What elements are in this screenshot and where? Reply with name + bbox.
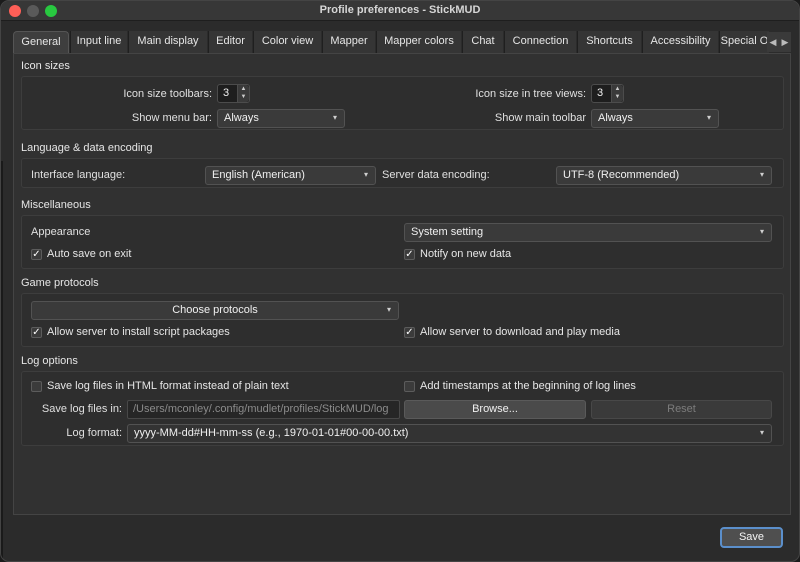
language-heading: Language & data encoding [21,142,153,154]
interface-language-select[interactable]: English (American) ▾ [205,166,376,185]
choose-protocols-button[interactable]: Choose protocols ▾ [31,301,399,320]
general-tab-panel: Icon sizes Icon size toolbars: 3 ▲ ▼ Icon… [13,53,791,515]
log-format-select[interactable]: yyyy-MM-dd#HH-mm-ss (e.g., 1970-01-01#00… [127,424,772,443]
chevron-down-icon: ▾ [759,227,764,236]
log-format-value: yyyy-MM-dd#HH-mm-ss (e.g., 1970-01-01#00… [134,427,409,439]
chevron-down-icon: ▾ [363,170,368,179]
preferences-window: Profile preferences - StickMUD General I… [0,0,800,562]
tab-scroll-right-icon[interactable]: ▶ [779,32,791,52]
auto-save-label: Auto save on exit [47,248,132,260]
icon-size-toolbars-value: 3 [223,87,230,99]
server-encoding-select[interactable]: UTF-8 (Recommended) ▾ [556,166,772,185]
show-main-toolbar-label: Show main toolbar [494,112,586,124]
browse-button[interactable]: Browse... [404,400,586,419]
chevron-down-icon: ▾ [706,113,711,122]
tab-color-view[interactable]: Color view [253,31,321,53]
tab-editor[interactable]: Editor [208,31,252,53]
icon-size-toolbars-spinbox[interactable]: 3 ▲ ▼ [217,84,250,103]
icon-size-toolbars-label: Icon size toolbars: [123,88,212,100]
chevron-down-icon: ▾ [332,113,337,122]
icon-size-tree-spinbox[interactable]: 3 ▲ ▼ [591,84,624,103]
log-path-label: Save log files in: [41,403,122,415]
window-title: Profile preferences - StickMUD [319,4,481,16]
tab-main-display[interactable]: Main display [128,31,207,53]
protocols-heading: Game protocols [21,277,99,289]
spin-arrows-icon[interactable]: ▲ ▼ [611,85,623,102]
html-log-checkbox[interactable]: Save log files in HTML format instead of… [31,380,361,396]
show-main-toolbar-select[interactable]: Always ▾ [591,109,719,128]
checkbox-box[interactable] [404,381,415,392]
appearance-label: Appearance [31,226,91,238]
checkbox-box[interactable] [31,381,42,392]
reset-button[interactable]: Reset [591,400,772,419]
download-media-label: Allow server to download and play media [420,326,620,338]
tab-accessibility[interactable]: Accessibility [642,31,718,53]
title-bar: Profile preferences - StickMUD [1,1,799,21]
choose-protocols-label: Choose protocols [172,304,258,316]
check-icon[interactable]: ✓ [31,249,42,260]
save-button[interactable]: Save [720,527,783,548]
show-main-toolbar-value: Always [598,112,633,124]
misc-heading: Miscellaneous [21,199,91,211]
server-encoding-label: Server data encoding: [382,169,490,181]
tab-general[interactable]: General [13,31,69,54]
show-menu-bar-value: Always [224,112,259,124]
tab-chat[interactable]: Chat [462,31,503,53]
notify-new-data-checkbox[interactable]: ✓ Notify on new data [404,248,604,264]
tab-mapper-colors[interactable]: Mapper colors [376,31,461,53]
log-path-field[interactable]: /Users/mconley/.config/mudlet/profiles/S… [127,400,400,419]
chevron-down-icon: ▾ [759,170,764,179]
tab-input-line[interactable]: Input line [70,31,127,53]
tab-shortcuts[interactable]: Shortcuts [577,31,641,53]
timestamps-label: Add timestamps at the beginning of log l… [420,380,636,392]
tab-mapper[interactable]: Mapper [322,31,375,53]
interface-language-label: Interface language: [31,169,126,181]
html-log-label: Save log files in HTML format instead of… [47,380,289,392]
chevron-down-icon: ▾ [386,305,391,314]
appearance-select[interactable]: System setting ▾ [404,223,772,242]
check-icon[interactable]: ✓ [31,327,42,338]
download-media-checkbox[interactable]: ✓ Allow server to download and play medi… [404,326,704,342]
tab-scroll-left-icon[interactable]: ◀ [767,32,779,52]
interface-language-value: English (American) [212,169,305,181]
log-path-value: /Users/mconley/.config/mudlet/profiles/S… [133,403,389,415]
background-edge [1,161,3,561]
check-icon[interactable]: ✓ [404,327,415,338]
log-options-heading: Log options [21,355,78,367]
server-encoding-value: UTF-8 (Recommended) [563,169,680,181]
log-format-label: Log format: [66,427,122,439]
check-icon[interactable]: ✓ [404,249,415,260]
tab-bar: General Input line Main display Editor C… [13,31,791,54]
tab-connection[interactable]: Connection [504,31,576,53]
auto-save-checkbox[interactable]: ✓ Auto save on exit [31,248,231,264]
appearance-value: System setting [411,226,484,238]
timestamps-checkbox[interactable]: Add timestamps at the beginning of log l… [404,380,734,396]
install-script-packages-checkbox[interactable]: ✓ Allow server to install script package… [31,326,331,342]
icon-size-tree-label: Icon size in tree views: [475,88,586,100]
icon-size-tree-value: 3 [597,87,604,99]
install-script-packages-label: Allow server to install script packages [47,326,230,338]
show-menu-bar-label: Show menu bar: [131,112,212,124]
show-menu-bar-select[interactable]: Always ▾ [217,109,345,128]
tab-special-options[interactable]: Special O [719,31,769,53]
icon-sizes-heading: Icon sizes [21,60,70,72]
spin-arrows-icon[interactable]: ▲ ▼ [237,85,249,102]
chevron-down-icon: ▾ [759,428,764,437]
notify-new-data-label: Notify on new data [420,248,512,260]
